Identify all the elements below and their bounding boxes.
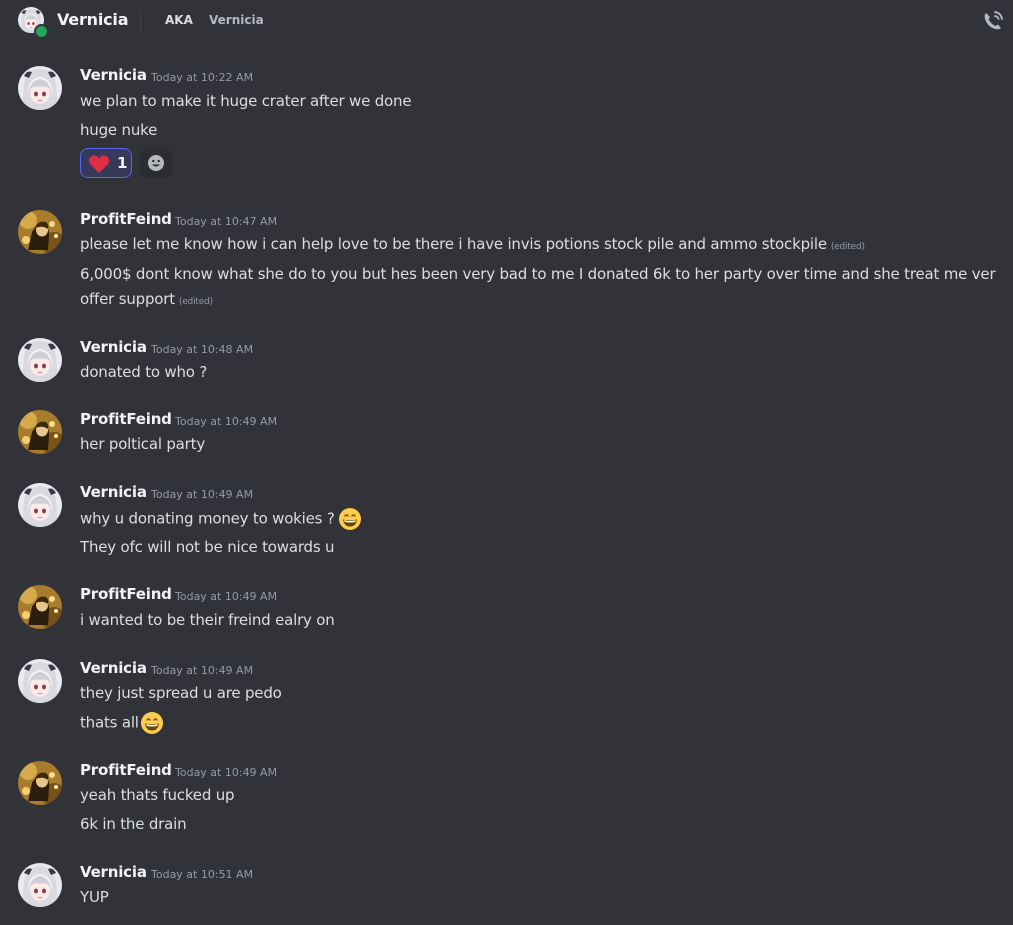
message-text: they just spread u are pedo xyxy=(80,684,282,702)
message-author[interactable]: Vernicia xyxy=(80,66,147,84)
avatar[interactable] xyxy=(18,761,62,805)
message-text: They ofc will not be nice towards u xyxy=(80,538,335,556)
aka-name: Vernicia xyxy=(209,13,264,27)
avatar[interactable] xyxy=(18,210,62,254)
message-text: huge nuke xyxy=(80,121,158,139)
message-text: please let me know how i can help love t… xyxy=(80,235,865,253)
avatar[interactable] xyxy=(18,483,62,527)
message-text: donated to who ? xyxy=(80,363,208,381)
message-text: 6k in the drain xyxy=(80,815,187,833)
dm-header: Vernicia AKA Vernicia xyxy=(0,0,1013,42)
message-text: YUP xyxy=(80,888,109,906)
heart-icon xyxy=(88,155,110,173)
avatar[interactable] xyxy=(18,863,62,907)
avatar[interactable] xyxy=(18,338,62,382)
message-author[interactable]: Vernicia xyxy=(80,483,147,501)
add-reaction-icon xyxy=(148,155,164,171)
message-author[interactable]: Vernicia xyxy=(80,863,147,881)
message-text: i wanted to be their freind ealry on xyxy=(80,611,335,629)
edited-label: (edited) xyxy=(178,297,213,307)
header-divider xyxy=(140,9,141,33)
message-author[interactable]: ProfitFeind xyxy=(80,410,172,428)
header-username[interactable]: Vernicia xyxy=(57,10,128,29)
avatar[interactable] xyxy=(18,659,62,703)
message-text: we plan to make it huge crater after we … xyxy=(80,92,412,110)
message-timestamp: Today at 10:49 AM xyxy=(151,664,254,677)
message-timestamp: Today at 10:47 AM xyxy=(175,215,278,228)
message-author[interactable]: Vernicia xyxy=(80,338,147,356)
grinning-face-icon xyxy=(140,711,164,735)
message-author[interactable]: ProfitFeind xyxy=(80,761,172,779)
message-text: thats all xyxy=(80,711,164,735)
message-timestamp: Today at 10:49 AM xyxy=(175,590,278,603)
message-author[interactable]: ProfitFeind xyxy=(80,210,172,228)
add-reaction-button[interactable] xyxy=(140,148,172,178)
phone-call-icon[interactable] xyxy=(980,8,1006,34)
online-status-indicator xyxy=(34,24,49,39)
grinning-face-icon xyxy=(338,507,362,531)
avatar[interactable] xyxy=(18,66,62,110)
message-timestamp: Today at 10:49 AM xyxy=(151,488,254,501)
message-timestamp: Today at 10:48 AM xyxy=(151,343,254,356)
message-text: offer support (edited) xyxy=(80,290,213,308)
message-text: 6,000$ dont know what she do to you but … xyxy=(80,265,996,283)
message-text: yeah thats fucked up xyxy=(80,786,235,804)
message-timestamp: Today at 10:49 AM xyxy=(175,415,278,428)
aka-label: AKA xyxy=(165,13,193,27)
message-timestamp: Today at 10:51 AM xyxy=(151,868,254,881)
message-author[interactable]: ProfitFeind xyxy=(80,585,172,603)
avatar[interactable] xyxy=(18,410,62,454)
message-text: why u donating money to wokies ? xyxy=(80,507,362,531)
message-author[interactable]: Vernicia xyxy=(80,659,147,677)
message-timestamp: Today at 10:49 AM xyxy=(175,766,278,779)
message-timestamp: Today at 10:22 AM xyxy=(151,71,254,84)
message-text: her poltical party xyxy=(80,435,205,453)
avatar[interactable] xyxy=(18,585,62,629)
edited-label: (edited) xyxy=(830,242,865,252)
heart-reaction[interactable]: 1 xyxy=(80,148,132,178)
reaction-count: 1 xyxy=(117,154,128,172)
